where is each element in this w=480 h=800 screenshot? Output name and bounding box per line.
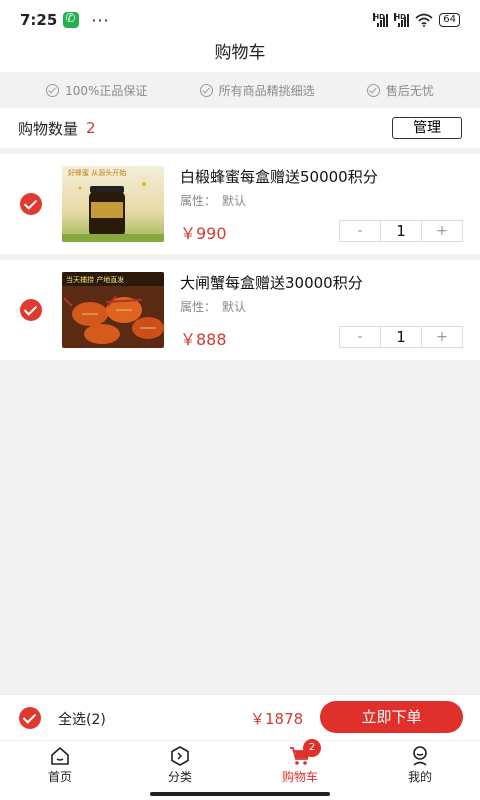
place-order-button[interactable]: 立即下单 — [320, 701, 463, 733]
cart-badge: 2 — [303, 739, 321, 757]
cart-count-value: 2 — [86, 119, 96, 137]
bottom-tab-bar: 首页 分类 2 购物车 我的 — [0, 739, 480, 800]
item-attribute: 属性： 默认 — [180, 194, 247, 208]
item-title[interactable]: 大闸蟹每盒赠送30000积分 — [180, 272, 363, 293]
guarantee-item: 所有商品精挑细选 — [199, 82, 315, 99]
item-price: ￥888 — [180, 330, 227, 349]
quantity-value[interactable]: 1 — [380, 221, 422, 241]
total-price: ￥1878 — [250, 710, 304, 728]
increase-button[interactable]: + — [422, 221, 462, 241]
manage-button[interactable]: 管理 — [392, 117, 462, 139]
signal-icon: HD — [394, 13, 410, 27]
select-all-label[interactable]: 全选(2) — [58, 709, 106, 729]
check-circle-icon — [199, 83, 213, 97]
cart-item: 当天捕捞 产地直发 大闸蟹每盒赠送30000积分 属性： 默认 ￥888 - 1 … — [0, 260, 480, 360]
decrease-button[interactable]: - — [340, 221, 380, 241]
cart-count-bar: 购物数量 2 管理 — [0, 108, 480, 148]
svg-text:好蜂蜜 从源头开始: 好蜂蜜 从源头开始 — [68, 168, 126, 177]
tab-label: 我的 — [407, 770, 432, 784]
status-time: 7:25 — [20, 11, 58, 29]
cart-count-label: 购物数量 — [18, 119, 79, 138]
product-image-crab[interactable]: 当天捕捞 产地直发 — [62, 272, 164, 348]
check-circle-icon — [46, 83, 60, 97]
item-select-checkbox[interactable] — [20, 299, 42, 321]
phone-call-icon — [63, 11, 80, 28]
profile-icon — [413, 746, 427, 766]
guarantee-label: 100%正品保证 — [65, 83, 148, 98]
item-attribute: 属性： 默认 — [180, 300, 247, 314]
guarantee-label: 所有商品精挑细选 — [218, 83, 315, 98]
select-all-checkbox[interactable] — [19, 707, 41, 729]
guarantee-bar: 100%正品保证 所有商品精挑细选 售后无忧 — [0, 72, 480, 108]
guarantee-item: 售后无忧 — [366, 82, 434, 99]
item-select-checkbox[interactable] — [20, 193, 42, 215]
home-indicator[interactable] — [150, 792, 330, 796]
category-icon — [171, 746, 189, 766]
decrease-button[interactable]: - — [340, 327, 380, 347]
signal-icon: HD — [373, 13, 389, 27]
page-title: 购物车 — [0, 34, 480, 72]
item-title[interactable]: 白椴蜂蜜每盒赠送50000积分 — [180, 166, 378, 187]
quantity-stepper: - 1 + — [339, 220, 463, 242]
home-icon — [51, 747, 69, 765]
increase-button[interactable]: + — [422, 327, 462, 347]
check-circle-icon — [366, 83, 380, 97]
item-price: ￥990 — [180, 224, 227, 243]
more-dots-icon: ··· — [91, 10, 110, 30]
guarantee-item: 100%正品保证 — [46, 82, 147, 99]
checkout-bar: 全选(2) ￥1878 立即下单 — [0, 694, 480, 740]
battery-icon: 64 — [439, 13, 460, 27]
tab-profile[interactable]: 我的 — [360, 741, 480, 800]
svg-text:当天捕捞 产地直发: 当天捕捞 产地直发 — [66, 275, 124, 284]
wifi-icon — [415, 13, 433, 27]
tab-label: 购物车 — [281, 770, 318, 784]
tab-home[interactable]: 首页 — [0, 741, 120, 800]
tab-label: 首页 — [47, 770, 72, 784]
guarantee-label: 售后无忧 — [385, 83, 434, 98]
status-indicators: HD HD 64 — [373, 13, 460, 27]
quantity-stepper: - 1 + — [339, 326, 463, 348]
quantity-value[interactable]: 1 — [380, 327, 422, 347]
tab-label: 分类 — [167, 770, 192, 784]
cart-item: 好蜂蜜 从源头开始 白椴蜂蜜每盒赠送50000积分 属性： 默认 ￥990 - 1… — [0, 154, 480, 254]
product-image-honey[interactable]: 好蜂蜜 从源头开始 — [62, 166, 164, 242]
